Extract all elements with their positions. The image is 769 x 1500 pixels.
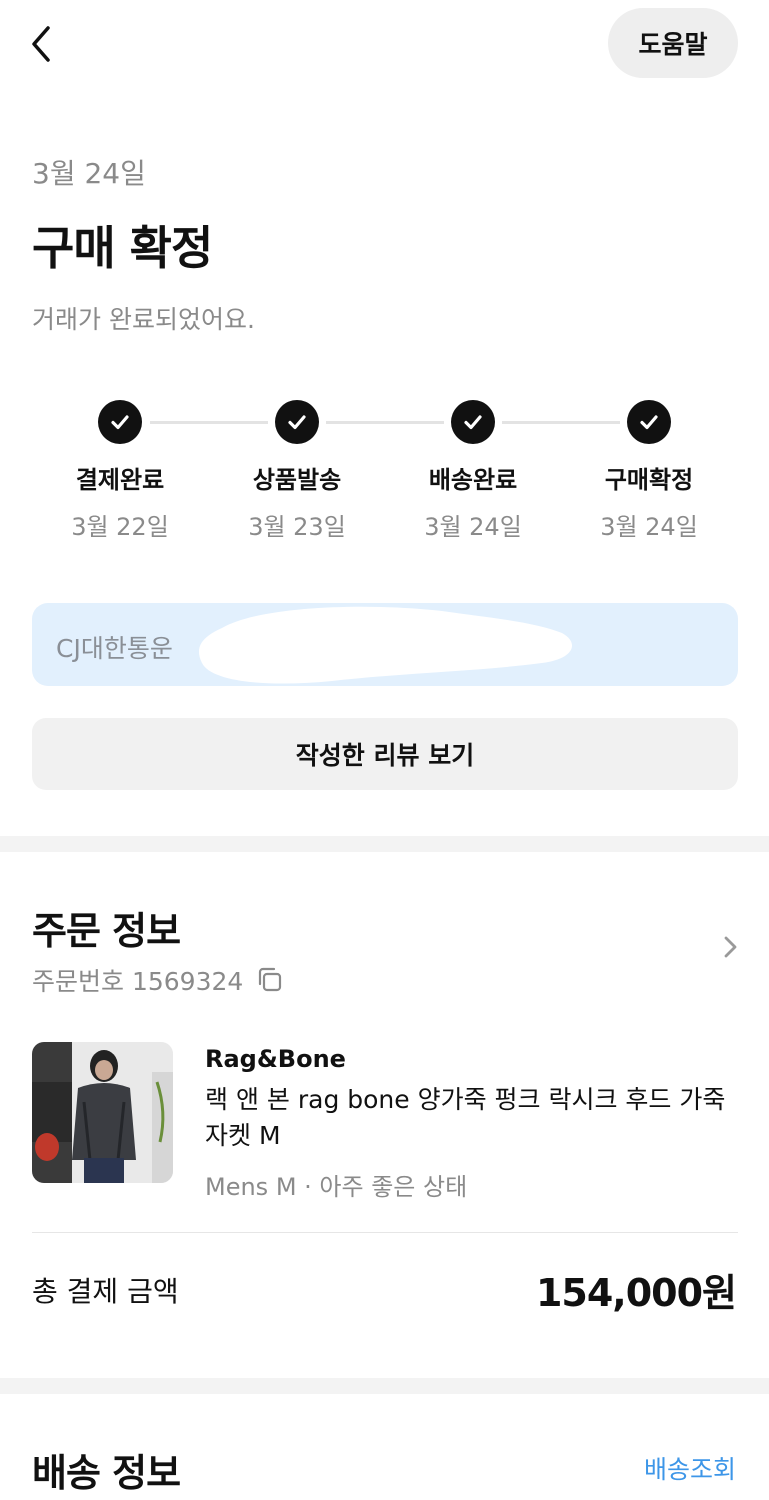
page-title: 구매 확정 [32, 221, 213, 275]
courier-tracking-box[interactable]: CJ대한통운 [32, 603, 738, 686]
order-number-row: 주문번호 1569324 [32, 962, 285, 998]
status-date: 3월 24일 [32, 157, 146, 190]
product-meta: Mens M · 아주 좋은 상태 [205, 1173, 468, 1201]
step-label: 결제완료 [75, 466, 165, 494]
step-date: 3월 24일 [424, 513, 522, 541]
total-payment-amount: 154,000원 [535, 1271, 737, 1315]
step-label: 상품발송 [252, 466, 342, 494]
step-payment: 결제완료 3월 22일 [32, 400, 208, 542]
check-icon [451, 400, 495, 444]
copy-icon[interactable] [255, 965, 285, 995]
step-delivered: 배송완료 3월 24일 [385, 400, 561, 542]
shipping-info-title: 배송 정보 [32, 1451, 181, 1495]
check-icon [275, 400, 319, 444]
check-icon [98, 400, 142, 444]
order-number: 주문번호 1569324 [32, 967, 244, 996]
product-image[interactable] [32, 1042, 173, 1183]
step-shipped: 상품발송 3월 23일 [209, 400, 385, 542]
step-date: 3월 23일 [248, 513, 346, 541]
step-label: 구매확정 [604, 466, 694, 494]
step-label: 배송완료 [428, 466, 518, 494]
track-shipment-link[interactable]: 배송조회 [644, 1450, 736, 1486]
back-arrow-icon [32, 26, 50, 62]
step-confirmed: 구매확정 3월 24일 [561, 400, 737, 542]
help-button[interactable]: 도움말 [608, 8, 738, 78]
section-divider [0, 1378, 769, 1394]
order-detail-link[interactable] [718, 930, 744, 964]
order-info-title: 주문 정보 [32, 909, 181, 953]
status-subtitle: 거래가 완료되었어요. [32, 305, 255, 334]
divider-line [32, 1232, 738, 1233]
total-payment-label: 총 결제 금액 [32, 1275, 179, 1308]
step-date: 3월 22일 [71, 513, 169, 541]
view-review-button[interactable]: 작성한 리뷰 보기 [32, 718, 738, 790]
step-date: 3월 24일 [600, 513, 698, 541]
product-name[interactable]: 랙 앤 본 rag bone 양가죽 펑크 락시크 후드 가죽자켓 M [205, 1082, 735, 1154]
product-photo [32, 1042, 173, 1183]
redaction-mark [198, 606, 573, 684]
courier-name: CJ대한통운 [56, 634, 173, 663]
back-button[interactable] [24, 22, 64, 66]
section-divider [0, 836, 769, 852]
product-brand: Rag&Bone [205, 1045, 346, 1073]
chevron-right-icon [724, 936, 737, 958]
top-bar: 도움말 [0, 0, 769, 90]
order-progress: 결제완료 3월 22일 상품발송 3월 23일 배송완료 3월 24일 구매확정… [0, 400, 769, 550]
check-icon [627, 400, 671, 444]
